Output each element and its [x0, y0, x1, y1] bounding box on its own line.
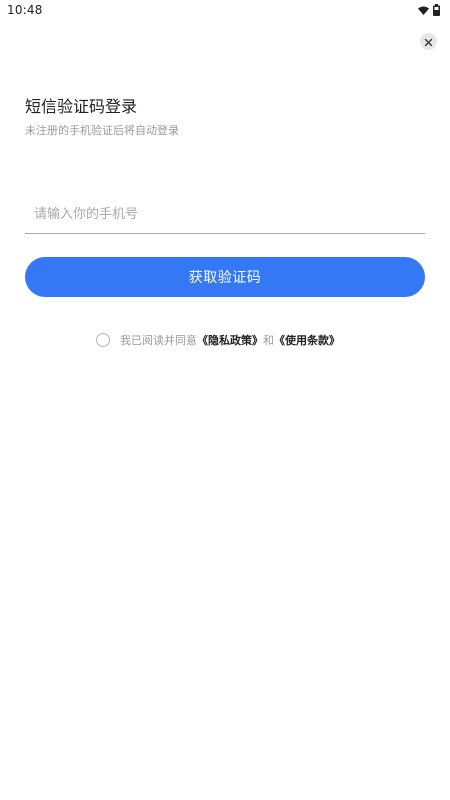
battery-icon	[433, 4, 440, 16]
login-screen: 10:48 短信验证码登录 未注册的手机验证后将自动登录 获取验证码 我已阅读并…	[0, 0, 450, 800]
status-icons	[418, 4, 440, 16]
privacy-policy-link[interactable]: 《隐私政策》	[197, 332, 263, 348]
agreement-connector: 和	[263, 334, 274, 347]
wifi-icon	[418, 6, 429, 15]
close-button[interactable]	[420, 33, 437, 50]
page-title: 短信验证码登录	[25, 97, 138, 116]
status-bar: 10:48	[0, 0, 450, 20]
page-subtitle: 未注册的手机验证后将自动登录	[25, 124, 179, 137]
phone-input[interactable]	[25, 196, 425, 234]
agreement-prefix: 我已阅读并同意	[120, 334, 197, 347]
get-code-button[interactable]: 获取验证码	[25, 257, 425, 297]
terms-of-use-link[interactable]: 《使用条款》	[274, 332, 340, 348]
agreement-radio[interactable]	[96, 333, 110, 347]
close-icon	[424, 32, 433, 51]
agreement-row: 我已阅读并同意 《隐私政策》 和 《使用条款》	[96, 331, 340, 349]
status-time: 10:48	[7, 3, 43, 17]
